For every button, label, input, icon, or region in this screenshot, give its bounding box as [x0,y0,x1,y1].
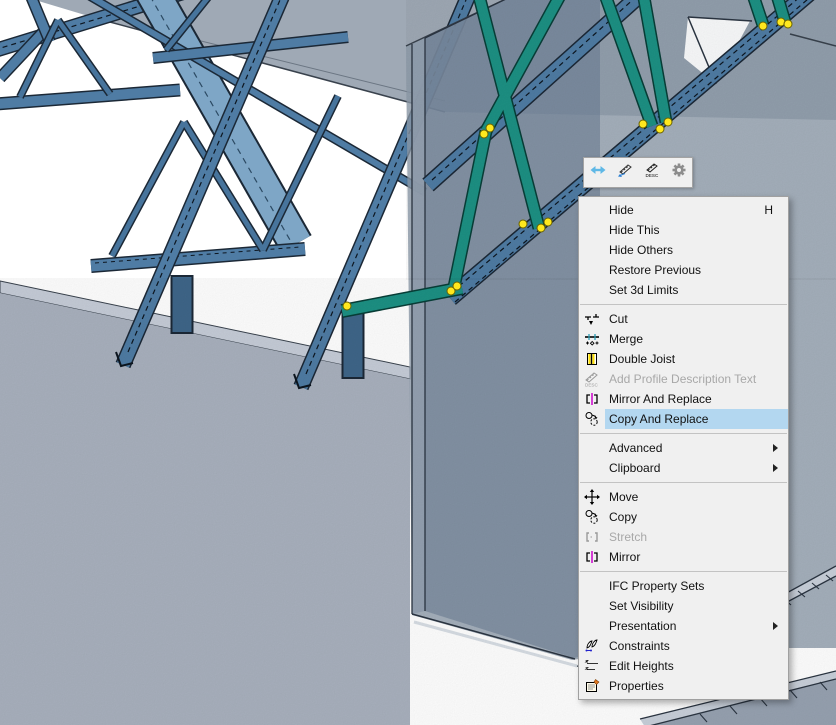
svg-text:DESC: DESC [585,383,598,388]
constraints-icon [584,638,600,654]
mirror-replace-icon [584,391,600,407]
copy-icon [584,509,600,525]
double-joist-icon [584,351,600,367]
menu-item-merge[interactable]: Merge [579,329,788,349]
menu-item-label: Hide [609,203,634,217]
edit-heights-icon [584,658,600,674]
menu-item-label: Double Joist [609,352,675,366]
menu-item-restore-previous[interactable]: Restore Previous [579,260,788,280]
submenu-arrow-icon [773,622,782,630]
menu-separator [580,571,787,572]
submenu-arrow-icon [773,444,782,452]
menu-item-label: Copy [609,510,637,524]
gear-icon [671,162,687,183]
menu-item-edit-heights[interactable]: Edit Heights [579,656,788,676]
context-toolbar: DESC [583,157,693,188]
toolbar-button-gear[interactable] [667,161,691,185]
menu-item-set-3d-limits[interactable]: Set 3d Limits [579,280,788,300]
context-menu: Hide H Hide This Hide Others Restore Previou… [578,196,789,700]
menu-item-label: Presentation [609,619,676,633]
beam-move-icon [617,162,633,183]
stretch-icon [584,529,600,545]
menu-item-label: Mirror And Replace [609,392,712,406]
move-icon [584,489,600,505]
cad-application: { "context_toolbar": { "buttons": [ {"ic… [0,0,836,725]
menu-separator [580,482,787,483]
menu-item-cut[interactable]: Cut [579,309,788,329]
menu-item-clipboard[interactable]: Clipboard [579,458,788,478]
toolbar-button-beam-desc[interactable]: DESC [640,161,664,185]
menu-item-advanced[interactable]: Advanced [579,438,788,458]
svg-text:DESC: DESC [645,173,658,178]
menu-item-copy-and-replace[interactable]: Copy And Replace [579,409,788,429]
menu-separator [580,304,787,305]
menu-item-stretch: Stretch [579,527,788,547]
menu-item-mirror-and-replace[interactable]: Mirror And Replace [579,389,788,409]
menu-item-add-profile-description-text: DESC Add Profile Description Text [579,369,788,389]
menu-item-hide-this[interactable]: Hide This [579,220,788,240]
cut-icon [584,311,600,327]
menu-item-label: Set Visibility [609,599,673,613]
properties-icon [584,678,600,694]
menu-item-label: Advanced [609,441,662,455]
menu-item-label: Merge [609,332,643,346]
menu-item-label: Hide Others [609,243,673,257]
menu-separator [580,433,787,434]
menu-item-label: Set 3d Limits [609,283,678,297]
menu-item-constraints[interactable]: Constraints [579,636,788,656]
toolbar-button-beam-move[interactable] [613,161,637,185]
truss-member[interactable] [91,247,305,266]
menu-item-label: Hide This [609,223,659,237]
menu-item-move[interactable]: Move [579,487,788,507]
menu-item-hide[interactable]: Hide H [579,200,788,220]
menu-item-hide-others[interactable]: Hide Others [579,240,788,260]
desc-beam-icon: DESC [584,371,600,387]
merge-icon [584,331,600,347]
submenu-arrow-icon [773,464,782,472]
menu-item-double-joist[interactable]: Double Joist [579,349,788,369]
stretch-arrows-icon [590,162,606,183]
menu-item-label: Clipboard [609,461,660,475]
menu-item-label: Constraints [609,639,670,653]
menu-item-mirror[interactable]: Mirror [579,547,788,567]
menu-item-copy[interactable]: Copy [579,507,788,527]
menu-item-label: Stretch [609,530,647,544]
copy-replace-icon [584,411,600,427]
mirror-icon [584,549,600,565]
menu-item-label: Edit Heights [609,659,674,673]
menu-item-set-visibility[interactable]: Set Visibility [579,596,788,616]
menu-item-label: Copy And Replace [609,412,708,426]
menu-item-shortcut: H [764,203,773,217]
menu-item-label: IFC Property Sets [609,579,704,593]
menu-item-label: Restore Previous [609,263,701,277]
beam-desc-icon: DESC [644,162,660,183]
menu-item-label: Cut [609,312,628,326]
menu-item-label: Mirror [609,550,640,564]
menu-item-label: Move [609,490,638,504]
menu-item-label: Properties [609,679,664,693]
truss-member[interactable] [0,90,180,104]
menu-item-label: Add Profile Description Text [609,372,756,386]
toolbar-button-stretch-arrows[interactable] [586,161,610,185]
menu-item-presentation[interactable]: Presentation [579,616,788,636]
menu-item-properties[interactable]: Properties [579,676,788,696]
menu-item-ifc-property-sets[interactable]: IFC Property Sets [579,576,788,596]
